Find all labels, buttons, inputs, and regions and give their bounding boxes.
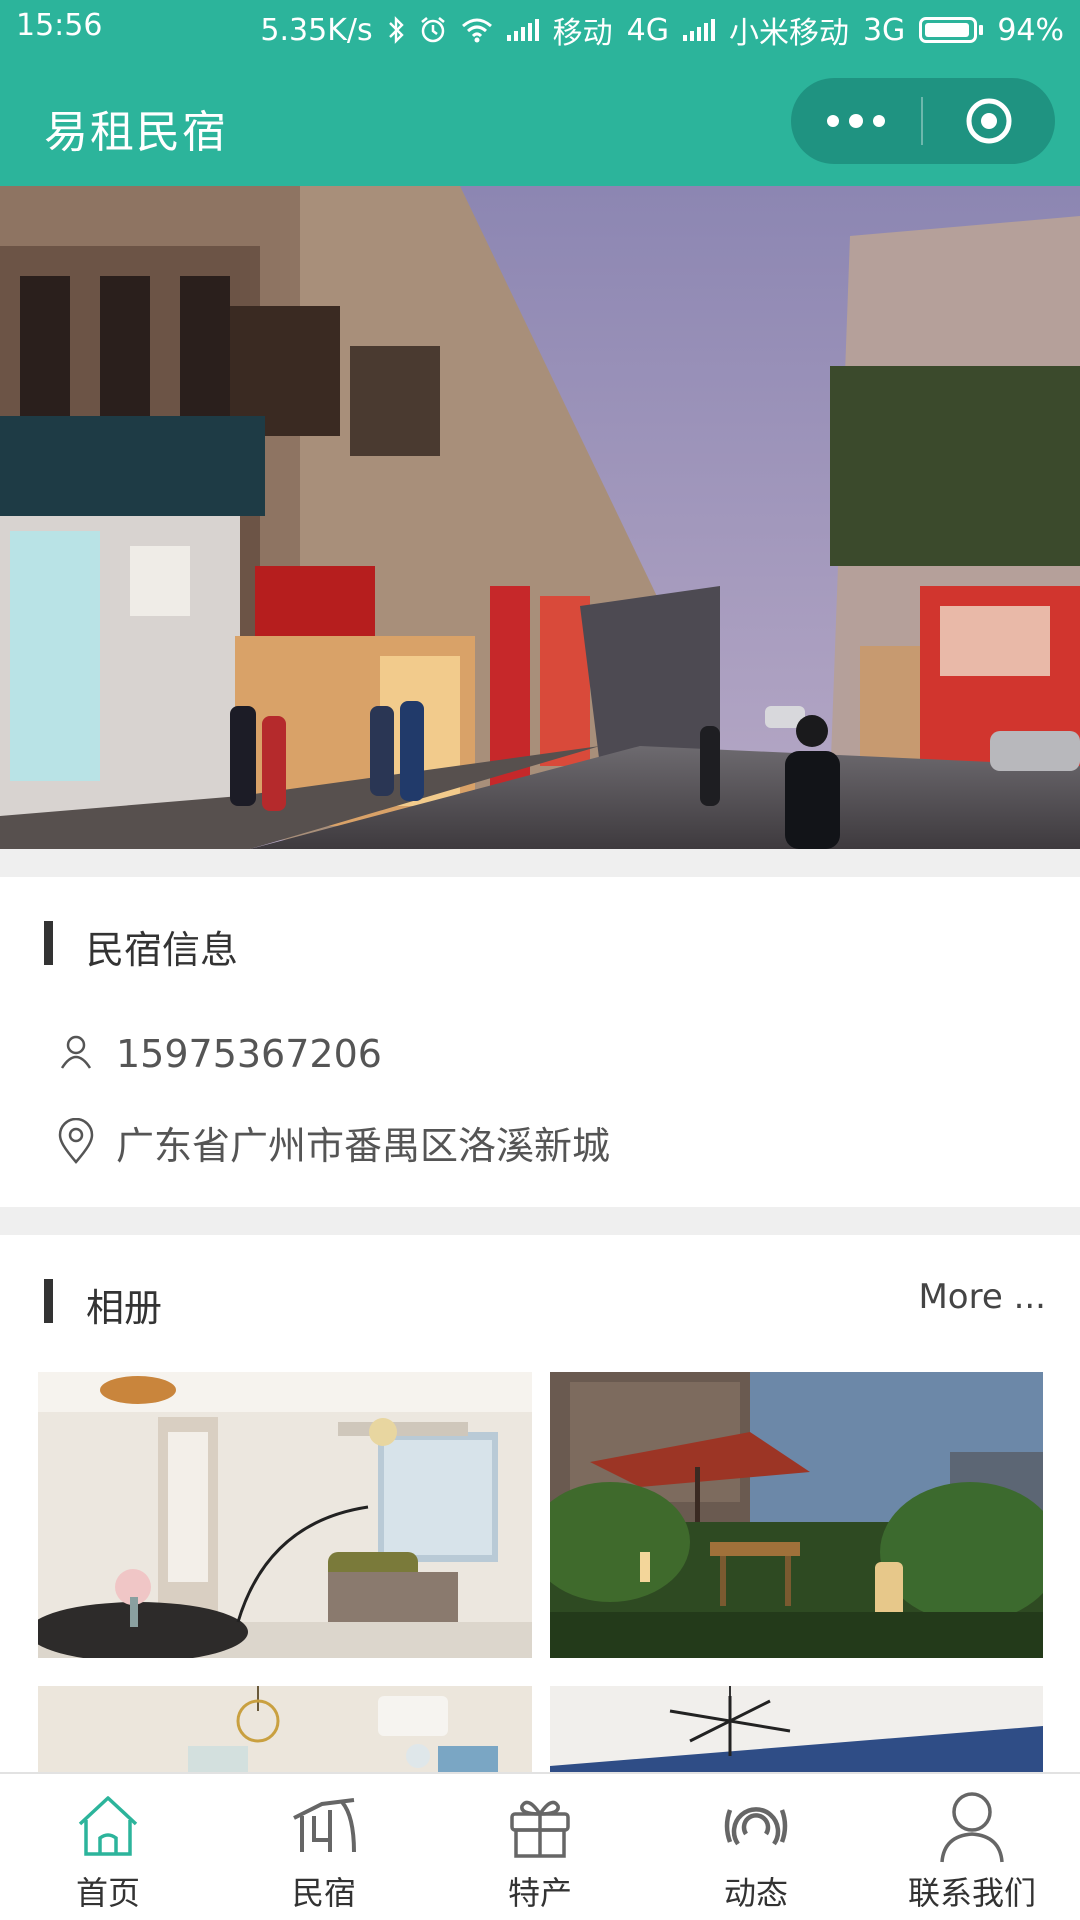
banner-carousel[interactable] [0,186,1080,849]
info-card: 民宿信息 15975367206 广东省广州市番禺区洛溪新城 [0,877,1080,1207]
location-pin-icon [56,1117,96,1168]
target-circle-icon[interactable] [923,78,1055,164]
user-icon [932,1786,1012,1866]
section-marker [44,1279,53,1323]
tab-label: 联系我们 [907,1874,1036,1912]
bottom-tab-bar: 首页 民宿 特产 动态 联系我们 [0,1772,1080,1920]
mini-program-capsule [791,78,1055,164]
info-section-title: 民宿信息 [86,928,239,972]
carrier-1: 移动 [552,16,613,51]
status-time: 15:56 [16,8,103,43]
tab-home[interactable]: 首页 [0,1774,216,1920]
house-icon [284,1786,364,1866]
address-row[interactable]: 广东省广州市番禺区洛溪新城 [56,1115,610,1170]
tab-homestay[interactable]: 民宿 [216,1774,432,1920]
tab-news[interactable]: 动态 [648,1774,864,1920]
alarm-icon [419,16,447,44]
tab-contact[interactable]: 联系我们 [864,1774,1080,1920]
album-photo[interactable] [550,1686,1043,1775]
tab-label: 特产 [507,1874,572,1912]
album-card: 相册 More ... [0,1235,1080,1775]
album-section-title: 相册 [86,1286,163,1330]
battery-icon [919,17,984,43]
album-photo[interactable] [38,1372,532,1658]
phone-row[interactable]: 15975367206 [56,1032,382,1076]
network-type-2: 3G [862,12,906,48]
section-marker [44,921,53,965]
album-section-header: 相册 More ... [0,1273,1080,1333]
broadcast-icon [716,1786,796,1866]
person-icon [56,1032,96,1076]
tab-specialty[interactable]: 特产 [432,1774,648,1920]
status-bar: 15:56 5.35K/s 移动 4G 小米移动 3G 94% [0,0,1080,56]
phone-number[interactable]: 15975367206 [116,1032,382,1076]
tab-label: 民宿 [291,1874,356,1912]
battery-percent: 94% [997,12,1064,48]
home-icon [68,1786,148,1866]
info-section-header: 民宿信息 [0,915,1080,975]
gift-icon [500,1786,580,1866]
bluetooth-icon [387,16,405,44]
net-speed: 5.35K/s [260,12,373,48]
banner-image [0,186,1080,849]
signal-icon-2 [682,19,715,41]
address-text[interactable]: 广东省广州市番禺区洛溪新城 [116,1115,610,1170]
top-bar: 15:56 5.35K/s 移动 4G 小米移动 3G 94% 易租民宿 [0,0,1080,186]
page-title: 易租民宿 [44,107,228,158]
status-indicators: 5.35K/s 移动 4G 小米移动 3G 94% [260,8,1064,52]
more-dots-icon[interactable] [791,78,921,164]
tab-label: 动态 [723,1874,788,1912]
album-photo[interactable] [38,1686,532,1775]
wifi-icon [461,17,493,43]
signal-icon [506,19,539,41]
album-more-link[interactable]: More ... [918,1277,1046,1317]
carrier-2: 小米移动 [728,16,849,51]
tab-label: 首页 [75,1874,140,1912]
network-type-1: 4G [626,12,669,48]
album-photo[interactable] [550,1372,1043,1658]
